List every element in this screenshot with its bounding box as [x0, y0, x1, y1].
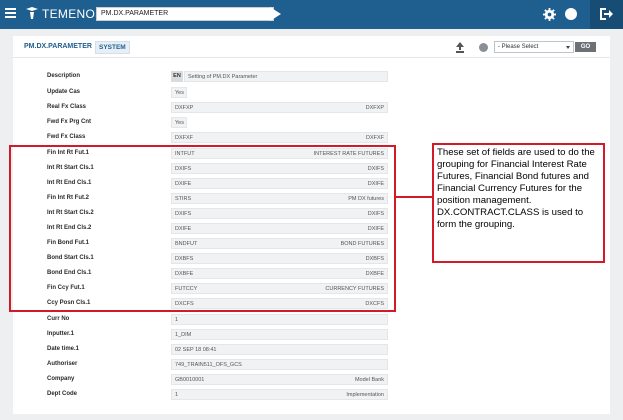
field-value-text: 1: [175, 317, 179, 323]
brand-name: TEMENOS: [42, 7, 104, 21]
run-command-icon[interactable]: [270, 7, 281, 21]
field-value-text: 1_DIM: [175, 332, 192, 338]
field-value-text: 749_TRAIN511_OFS_GCS: [175, 362, 242, 368]
field-value-text: 02 SEP 18 08:41: [175, 347, 217, 353]
field-label: Fwd Fx Class: [47, 134, 86, 140]
logout-button[interactable]: [590, 0, 623, 29]
command-input[interactable]: PM.DX.PARAMETER: [96, 7, 274, 21]
annotation-callout: These set of fields are used to do the g…: [432, 143, 605, 263]
field-row: Fwd Fx Prg Cnt Yes: [13, 116, 610, 129]
field-row: Dept Code 1 Implementation: [13, 388, 610, 401]
field-value: Yes: [171, 87, 187, 98]
field-label: Authoriser: [47, 361, 78, 367]
field-label: Inputter.1: [47, 331, 75, 337]
menu-icon[interactable]: [5, 8, 16, 18]
field-value-text: Yes: [175, 120, 184, 126]
field-value-text: Yes: [175, 90, 184, 96]
annotation-highlight-box: [9, 145, 396, 312]
field-enrichment-text: DXFXF: [365, 135, 384, 141]
chevron-down-icon: [566, 46, 570, 49]
field-value-text: GB0010001: [175, 377, 205, 383]
field-row: Inputter.1 1_DIM: [13, 328, 610, 341]
field-enrichment-text: DXFXP: [365, 105, 384, 111]
field-label: Company: [47, 376, 75, 382]
field-value: DXFXF DXFXF: [171, 132, 388, 143]
field-value-text: Setting of PM.DX Parameter: [188, 74, 258, 80]
field-value-text: DXFXF: [175, 135, 194, 141]
field-label: Fwd Fx Prg Cnt: [47, 119, 91, 125]
field-enrichment-text: Model Bank: [354, 377, 384, 383]
gear-icon[interactable]: [543, 8, 556, 21]
company-badge: SYSTEM: [95, 41, 130, 54]
field-enrichment-text: Implementation: [346, 392, 384, 398]
field-value: Yes: [171, 117, 187, 128]
field-label: Real Fx Class: [47, 104, 87, 110]
field-row: Curr No 1: [13, 313, 610, 326]
field-value: 1: [171, 314, 388, 325]
go-button[interactable]: GO: [575, 42, 596, 52]
page-title: PM.DX.PARAMETER: [24, 43, 92, 50]
top-bar: TEMENOS PM.DX.PARAMETER: [0, 0, 623, 29]
field-row: Real Fx Class DXFXP DXFXP: [13, 101, 610, 114]
header-divider: [13, 57, 610, 58]
field-label: Dept Code: [47, 391, 77, 397]
field-row: Company GB0010001 Model Bank: [13, 373, 610, 386]
help-icon[interactable]: [479, 43, 488, 52]
field-label: Description: [47, 73, 81, 79]
field-value: 1_DIM: [171, 329, 388, 340]
field-value: GB0010001 Model Bank: [171, 374, 388, 385]
field-value: 749_TRAIN511_OFS_GCS: [171, 359, 388, 370]
annotation-connector: [396, 196, 432, 198]
field-value: DXFXP DXFXP: [171, 102, 388, 113]
info-icon[interactable]: [565, 8, 577, 20]
field-label: Date time.1: [47, 346, 80, 352]
field-row-update-cas: Update Cas Yes: [13, 86, 610, 99]
logout-icon: [600, 8, 613, 20]
field-value-text: DXFXP: [175, 105, 194, 111]
temenos-logo-icon: [26, 7, 38, 19]
field-value: 1 Implementation: [171, 389, 388, 400]
language-tag: EN: [171, 71, 183, 82]
field-label: Curr No: [47, 316, 70, 322]
field-row: Date time.1 02 SEP 18 08:41: [13, 343, 610, 356]
action-select-value: - Please Select: [498, 44, 539, 50]
field-row: Authoriser 749_TRAIN511_OFS_GCS: [13, 358, 610, 371]
field-value: 02 SEP 18 08:41: [171, 344, 388, 355]
action-select[interactable]: - Please Select: [494, 41, 574, 53]
field-value-text: 1: [175, 392, 179, 398]
field-value: Setting of PM.DX Parameter: [184, 71, 388, 82]
field-row-description: Description EN Setting of PM.DX Paramete…: [13, 70, 610, 83]
field-label: Update Cas: [47, 89, 81, 95]
upload-icon[interactable]: [455, 42, 465, 53]
